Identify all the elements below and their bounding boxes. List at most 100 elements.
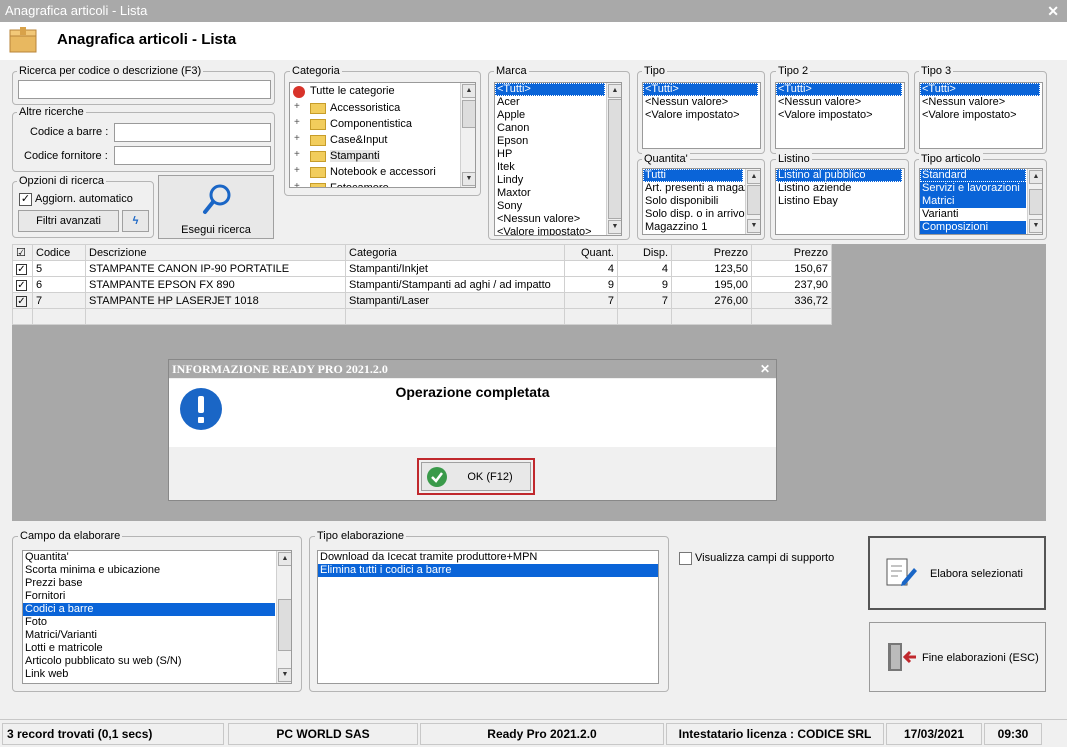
list-item[interactable]: Listino Ebay [776, 195, 902, 208]
quantity-list[interactable]: Tutti Art. presenti a magazzino Solo dispo… [642, 168, 761, 235]
expand-icon[interactable]: + [294, 133, 300, 144]
ok-button[interactable]: OK (F12) [421, 462, 531, 491]
list-item[interactable]: Art. presenti a magazzino [643, 182, 760, 195]
tree-row[interactable]: + Fotocamere [290, 181, 458, 187]
scroll-up-icon[interactable]: ▲ [278, 552, 291, 566]
brand-scrollbar[interactable]: ▲ ▼ [606, 83, 621, 235]
table-row[interactable]: ✓ 5 STAMPANTE CANON IP-90 PORTATILE Stampan… [12, 260, 832, 277]
list-item[interactable]: Standard [920, 169, 1026, 182]
end-processing-button[interactable]: Fine elaborazioni (ESC) [869, 622, 1046, 692]
column-header[interactable]: Disp. [617, 244, 672, 261]
list-item[interactable]: Fornitori [23, 590, 275, 603]
list-item[interactable]: Lotti e matricole [23, 642, 275, 655]
list-item[interactable]: Servizi e lavorazioni [920, 182, 1026, 195]
scroll-down-icon[interactable]: ▼ [608, 220, 621, 234]
list-item[interactable]: HP [495, 148, 605, 161]
list-item[interactable]: Prezzi base [23, 577, 275, 590]
pricelist-list[interactable]: Listino al pubblico Listino aziende Listin… [775, 168, 905, 235]
scroll-thumb[interactable] [608, 99, 621, 219]
column-header[interactable]: Categoria [345, 244, 565, 261]
list-item[interactable]: <Valore impostato> [920, 109, 1040, 122]
table-row-empty[interactable] [12, 308, 832, 325]
list-item[interactable]: <Nessun valore> [920, 96, 1040, 109]
tree-row[interactable]: + Notebook e accessori [290, 165, 458, 181]
scroll-up-icon[interactable]: ▲ [747, 170, 760, 184]
dialog-close-button[interactable]: ✕ [760, 360, 770, 378]
list-item[interactable]: Solo disp. o in arrivo [643, 208, 745, 221]
list-item[interactable]: Foto [23, 616, 275, 629]
type2-list[interactable]: <Tutti> <Nessun valore> <Valore impostato> [775, 82, 905, 149]
type3-list[interactable]: <Tutti> <Nessun valore> <Valore impostato> [919, 82, 1043, 149]
column-header[interactable]: Prezzo [671, 244, 752, 261]
column-header[interactable]: Codice [32, 244, 86, 261]
auto-update-checkbox[interactable]: ✓ [19, 193, 32, 206]
table-row[interactable]: ✓ 6 STAMPANTE EPSON FX 890 Stampanti/Stampa… [12, 276, 832, 293]
list-item[interactable]: Tutti [643, 169, 743, 182]
scroll-up-icon[interactable]: ▲ [462, 84, 475, 98]
processing-type-list[interactable]: Download da Icecat tramite produttore+MP… [317, 550, 659, 684]
list-item[interactable]: Sony [495, 200, 605, 213]
list-item[interactable]: Solo disponibili [643, 195, 743, 208]
list-item[interactable]: Acer [495, 96, 605, 109]
lightning-icon[interactable]: ϟ [122, 210, 149, 232]
list-item[interactable]: Matrici [920, 195, 1026, 208]
window-close-button[interactable]: ✕ [1047, 0, 1059, 22]
scroll-down-icon[interactable]: ▼ [462, 172, 475, 186]
expand-icon[interactable]: + [294, 149, 300, 160]
list-item[interactable]: Itek [495, 161, 605, 174]
type-list[interactable]: <Tutti> <Nessun valore> <Valore impostato> [642, 82, 761, 149]
article-type-list[interactable]: Standard Servizi e lavorazioni Matrici Vari… [919, 168, 1043, 235]
expand-icon[interactable]: + [294, 101, 300, 112]
article-type-scrollbar[interactable]: ▲ ▼ [1027, 169, 1042, 234]
column-header[interactable]: Quant. [564, 244, 618, 261]
brand-list[interactable]: <Tutti> Acer Apple Canon Epson HP Itek Lindy Max… [494, 82, 622, 236]
list-item[interactable]: Composizioni [920, 221, 1026, 234]
list-item[interactable]: Articolo pubblicato su web (S/N) [23, 655, 275, 668]
list-item[interactable]: Download da Icecat tramite produttore+MP… [318, 551, 658, 564]
list-item[interactable]: Canon [495, 122, 605, 135]
list-item[interactable]: Matrici/Varianti [23, 629, 275, 642]
list-item[interactable]: Scorta minima e ubicazione [23, 564, 275, 577]
expand-icon[interactable]: + [294, 181, 300, 187]
scroll-down-icon[interactable]: ▼ [278, 668, 291, 682]
list-item[interactable]: Listino al pubblico [776, 169, 902, 182]
list-item[interactable]: Varianti [920, 208, 1026, 221]
search-input[interactable] [18, 80, 271, 99]
column-header[interactable]: Prezzo [751, 244, 832, 261]
scroll-thumb[interactable] [747, 185, 760, 215]
list-item[interactable]: <Valore impostato> [643, 109, 758, 122]
scroll-down-icon[interactable]: ▼ [1029, 219, 1042, 233]
supplier-code-input[interactable] [114, 146, 271, 165]
barcode-input[interactable] [114, 123, 271, 142]
list-item[interactable]: Epson [495, 135, 605, 148]
list-item[interactable]: <Tutti> [495, 83, 605, 96]
list-item[interactable]: Apple [495, 109, 605, 122]
expand-icon[interactable]: + [294, 165, 300, 176]
field-scrollbar[interactable]: ▲ ▼ [276, 551, 291, 683]
support-fields-checkbox[interactable] [679, 552, 692, 565]
list-item[interactable]: Magazzino 1 [643, 221, 743, 234]
expand-icon[interactable]: + [294, 117, 300, 128]
table-row[interactable]: ✓ 7 STAMPANTE HP LASERJET 1018 Stampanti/La… [12, 292, 832, 309]
scroll-down-icon[interactable]: ▼ [747, 219, 760, 233]
list-item[interactable]: <Nessun valore> [643, 96, 758, 109]
select-all-checkbox[interactable]: ☑ [12, 244, 33, 261]
row-checkbox[interactable]: ✓ [12, 260, 33, 277]
list-item[interactable]: <Valore impostato> [495, 226, 605, 235]
quantity-scrollbar[interactable]: ▲ ▼ [745, 169, 760, 234]
list-item[interactable]: <Tutti> [643, 83, 758, 96]
scroll-up-icon[interactable]: ▲ [1029, 170, 1042, 184]
list-item[interactable]: Link web [23, 668, 275, 681]
tree-row[interactable]: + Case&Input [290, 133, 458, 149]
row-checkbox[interactable]: ✓ [12, 276, 33, 293]
scroll-thumb[interactable] [278, 599, 291, 651]
column-header[interactable]: Descrizione [85, 244, 346, 261]
category-scrollbar[interactable]: ▲ ▼ [460, 83, 475, 187]
tree-row[interactable]: + Stampanti [290, 149, 458, 165]
list-item[interactable]: <Valore impostato> [776, 109, 902, 122]
list-item[interactable]: <Tutti> [920, 83, 1040, 96]
run-search-button[interactable]: Esegui ricerca [158, 175, 274, 239]
list-item[interactable]: Lindy [495, 174, 605, 187]
process-selected-button[interactable]: Elabora selezionati [868, 536, 1046, 610]
list-item[interactable]: Quantita' [23, 551, 275, 564]
